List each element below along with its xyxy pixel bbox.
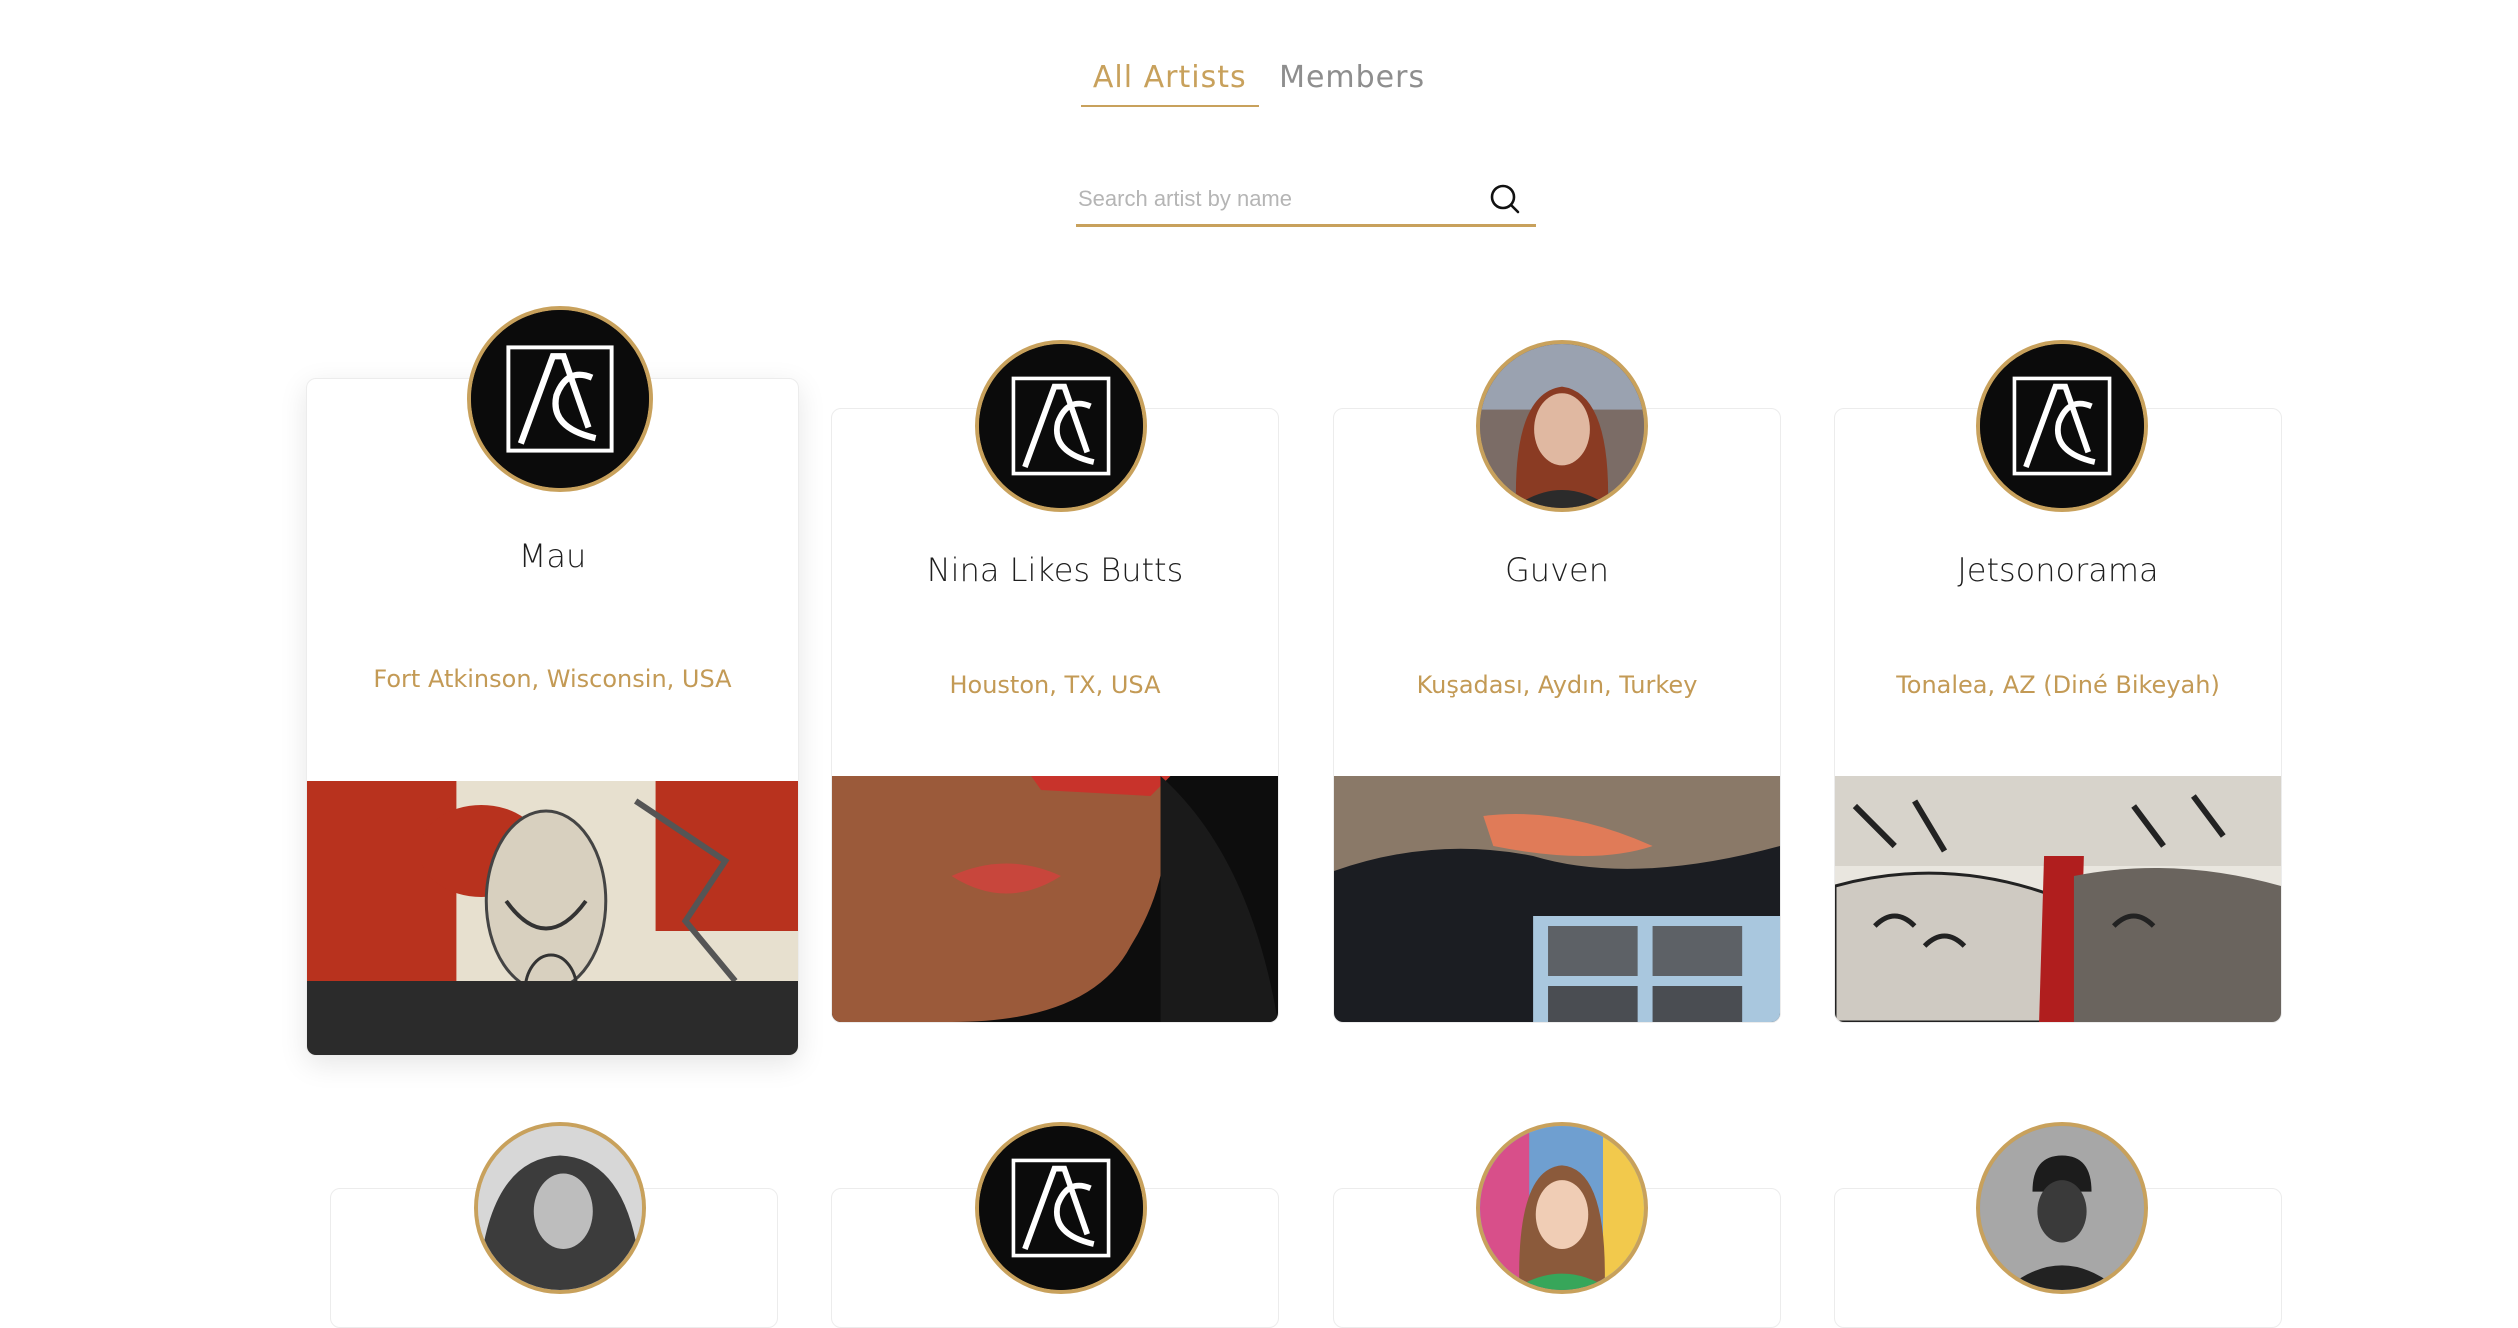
ac-logo-icon	[1980, 344, 2144, 508]
avatar-portrait	[1476, 340, 1648, 512]
artist-name: Mau	[518, 537, 587, 575]
ac-logo-icon	[471, 310, 649, 488]
artist-location: Tonalea, AZ (Diné Bikeyah)	[1896, 671, 2220, 699]
search-input[interactable]	[1076, 176, 1480, 222]
portrait-photo-icon	[1980, 1126, 2144, 1290]
artist-tabs: All Artists Members	[0, 56, 2518, 107]
artwork-image	[307, 781, 798, 1055]
avatar-ac-logo	[467, 306, 653, 492]
artwork-image	[1835, 776, 2281, 1022]
search-icon[interactable]	[1488, 182, 1522, 216]
avatar-ac-logo	[1976, 340, 2148, 512]
tab-all-artists[interactable]: All Artists	[1080, 56, 1259, 107]
avatar-ac-logo	[975, 1122, 1147, 1294]
artwork-image	[1334, 776, 1780, 1022]
artist-location: Houston, TX, USA	[949, 671, 1161, 699]
avatar-portrait	[474, 1122, 646, 1294]
portrait-photo-icon	[1480, 1126, 1644, 1290]
avatar-portrait	[1976, 1122, 2148, 1294]
portrait-photo-icon	[478, 1126, 642, 1290]
artist-name: Guven	[1505, 551, 1609, 589]
artist-location: Kuşadası, Aydın, Turkey	[1416, 671, 1698, 699]
avatar-portrait	[1476, 1122, 1648, 1294]
ac-logo-icon	[979, 344, 1143, 508]
portrait-photo-icon	[1480, 344, 1644, 508]
artist-name: Nina Likes Butts	[926, 551, 1184, 589]
avatar-ac-logo	[975, 340, 1147, 512]
tab-members[interactable]: Members	[1267, 56, 1437, 105]
artist-search	[1076, 176, 1536, 227]
artwork-image	[832, 776, 1278, 1022]
artist-location: Fort Atkinson, Wisconsin, USA	[373, 665, 732, 693]
artist-name: Jetsonorama	[1957, 551, 2159, 589]
ac-logo-icon	[979, 1126, 1143, 1290]
